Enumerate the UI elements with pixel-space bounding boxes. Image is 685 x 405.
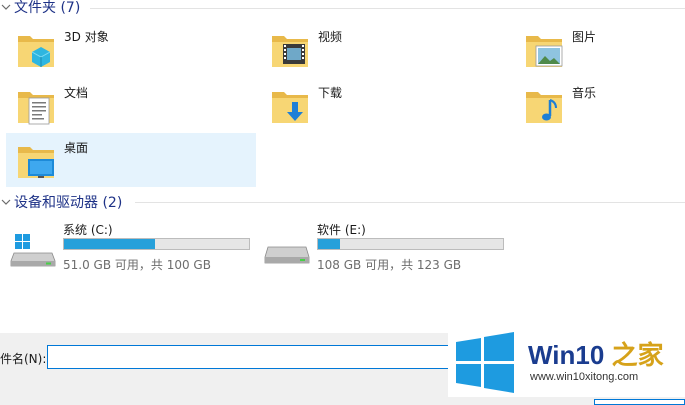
drive-name: 软件 (E:)	[317, 223, 366, 237]
pictures-folder-icon	[526, 36, 563, 67]
folder-item-music[interactable]: 音乐	[514, 78, 685, 132]
filename-label: 件名(N):	[0, 352, 47, 366]
watermark-url: www.win10xitong.com	[530, 371, 639, 383]
folders-section-header[interactable]: 文件夹 (7)	[0, 0, 80, 17]
downloads-folder-icon	[272, 92, 308, 123]
watermark-title: Win10 之家	[528, 340, 664, 370]
section-divider	[90, 8, 685, 9]
drive-usage-fill	[64, 239, 155, 249]
drive-free-space: 108 GB 可用，共 123 GB	[317, 258, 462, 272]
open-button[interactable]	[594, 399, 685, 405]
folder-item-pictures[interactable]: 图片	[514, 22, 685, 76]
folder-label: 桌面	[64, 141, 89, 155]
folder-item-videos[interactable]: 视频	[260, 22, 510, 76]
section-divider	[135, 202, 685, 203]
folders-section-title: 文件夹 (7)	[14, 0, 81, 16]
folder-label: 音乐	[572, 86, 597, 100]
folder-label: 3D 对象	[64, 30, 109, 44]
folder-item-downloads[interactable]: 下载	[260, 78, 510, 132]
drive-usage-bar	[317, 238, 504, 250]
folder-label: 下载	[318, 86, 343, 100]
drive-item-e[interactable]: 软件 (E:) 108 GB 可用，共 123 GB	[260, 221, 510, 273]
drive-usage-fill	[318, 239, 341, 249]
folder-item-desktop[interactable]: 桌面	[6, 133, 256, 187]
chevron-down-icon	[1, 199, 11, 205]
desktop-folder-icon	[18, 147, 54, 178]
folder-item-3d-objects[interactable]: 3D 对象	[6, 22, 256, 76]
documents-folder-icon	[18, 92, 54, 125]
drive-name: 系统 (C:)	[63, 223, 113, 237]
system-drive-icon	[10, 234, 56, 267]
drive-item-c[interactable]: 系统 (C:) 51.0 GB 可用，共 100 GB	[6, 221, 256, 273]
chevron-down-icon	[1, 4, 11, 10]
music-folder-icon	[526, 92, 562, 123]
filename-input[interactable]	[47, 345, 457, 369]
hard-drive-icon	[264, 246, 310, 264]
drive-usage-bar	[63, 238, 250, 250]
3d-objects-folder-icon	[18, 36, 54, 67]
folder-item-documents[interactable]: 文档	[6, 78, 256, 132]
windows-logo-icon	[456, 332, 514, 393]
drives-section-title: 设备和驱动器 (2)	[14, 195, 123, 211]
videos-folder-icon	[272, 36, 308, 67]
watermark: Win10 之家 www.win10xitong.com	[448, 327, 685, 397]
folder-label: 文档	[64, 86, 89, 100]
folder-label: 图片	[572, 30, 597, 44]
drive-free-space: 51.0 GB 可用，共 100 GB	[63, 258, 211, 272]
drives-section-header[interactable]: 设备和驱动器 (2)	[0, 192, 122, 212]
folder-label: 视频	[318, 30, 343, 44]
